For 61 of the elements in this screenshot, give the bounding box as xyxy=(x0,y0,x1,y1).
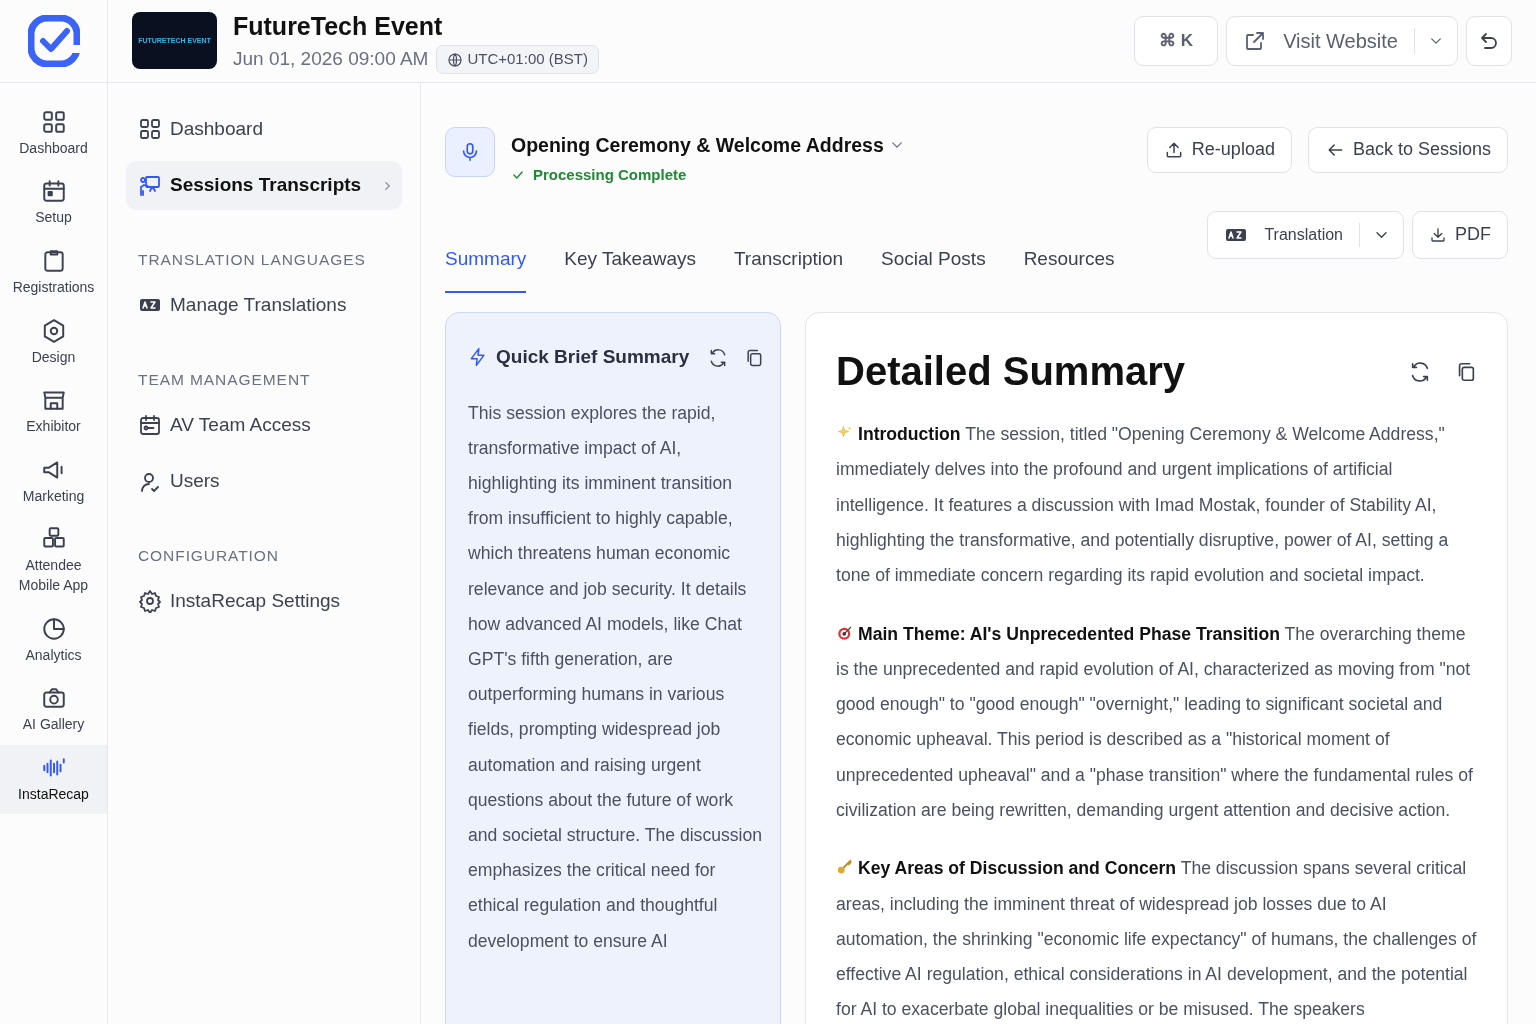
session-selector[interactable]: Opening Ceremony & Welcome Address xyxy=(511,130,902,161)
sidebar-item[interactable]: Sessions Transcripts xyxy=(126,161,402,210)
refresh-icon xyxy=(1409,360,1431,383)
grid-icon xyxy=(138,117,162,142)
status-text: Processing Complete xyxy=(533,165,687,186)
rail-nav-item[interactable]: Registrations xyxy=(0,237,107,308)
chevron-down-icon xyxy=(1431,37,1441,44)
settings-icon xyxy=(138,589,162,614)
globe-icon xyxy=(447,51,464,68)
section-heading: TEAM MANAGEMENT xyxy=(137,369,312,390)
card-title: Detailed Summary xyxy=(836,348,1186,396)
presentation-icon xyxy=(138,173,162,198)
sidebar-item[interactable]: Users xyxy=(126,457,402,506)
calendar-icon xyxy=(138,413,162,438)
event-datetime: Jun 01, 2026 09:00 AM xyxy=(233,47,429,72)
rail-nav-item[interactable]: Analytics xyxy=(0,605,107,676)
event-name: FutureTech Event xyxy=(233,10,444,42)
chevron-right-icon xyxy=(385,182,390,191)
download-icon xyxy=(1429,225,1447,244)
visit-website-button[interactable]: Visit Website xyxy=(1226,15,1458,66)
copy-icon xyxy=(744,348,764,369)
rail-nav-item[interactable]: Exhibitor xyxy=(0,377,107,447)
tab[interactable]: Resources xyxy=(1023,232,1115,294)
timezone-badge: UTC+01:00 (BST) xyxy=(436,45,599,74)
rail-nav-item[interactable]: AI Gallery xyxy=(0,675,107,745)
section-heading: TRANSLATION LANGUAGES xyxy=(137,249,367,270)
regenerate-button[interactable] xyxy=(1409,359,1431,384)
summary-paragraph: Introduction The session, titled "Opening Ceremony & Welcome Address," immediately delves into the profound and urgent implications of artificial intelligence. It features a discussion with Imad Mostak, founder of Stability AI, highlighting the transformative, and potentially disruptive, power of AI, setting a tone of immediate concern regarding its rapid evolution and societal impact. xyxy=(836,423,1450,588)
card-title: Quick Brief Summary xyxy=(496,345,690,370)
tab[interactable]: Summary xyxy=(445,232,527,294)
lightning-icon xyxy=(468,347,488,368)
rail-nav-item[interactable]: Design xyxy=(0,307,107,378)
section-heading: CONFIGURATION xyxy=(137,545,280,566)
rail-nav-item[interactable]: Attendee Mobile App xyxy=(0,516,107,606)
chevron-down-icon xyxy=(891,142,902,149)
app-logo[interactable] xyxy=(27,14,80,67)
summary-paragraph: Key Areas of Discussion and Concern The discussion spans several critical areas, including the imminent threat of widespread job losses due to AI automation, the shrinking "economic life expectancy" of humans, the challenges of effective AI regulation, ethical considerations in AI development, and the potential for AI to exacerbate global inequalities or be misused. The speakers xyxy=(836,857,1477,1022)
back-button[interactable]: Back to Sessions xyxy=(1307,126,1508,173)
sidebar-item[interactable]: AV Team Access xyxy=(126,400,402,450)
sidebar-item[interactable]: Dashboard xyxy=(126,104,402,154)
command-shortcut-button[interactable]: ⌘ K xyxy=(1134,15,1219,66)
sidebar-item[interactable]: InstaRecap Settings xyxy=(126,577,402,626)
tab[interactable]: Key Takeaways xyxy=(564,232,696,294)
calendar-icon xyxy=(40,178,67,205)
rail-nav-item[interactable]: InstaRecap xyxy=(0,744,107,815)
summary-paragraph: Main Theme: AI's Unprecedented Phase Transition The overarching theme is the unprecedented and rapid evolution of AI, characterized as moving from "not good enough" to "good enough" "overnight," leading to significant societal and economic upheaval. This period is described as a "historical moment of unprecedented upheaval" and a "phase transition" where the fundamental rules of civilization are being rewritten, demanding urgent attention and decisive action. xyxy=(836,622,1474,822)
sidebar-item[interactable]: Manage Translations xyxy=(126,281,402,330)
reupload-button[interactable]: Re-upload xyxy=(1146,126,1292,173)
rail-nav-item[interactable]: Marketing xyxy=(0,446,107,517)
undo-button[interactable] xyxy=(1466,15,1512,66)
summary-text: This session explores the rapid, transformative impact of AI, highlighting its imminent transition from insufficient to highly capable, which threatens human economic relevance and job security. It details how advanced AI models, like Chat GPT's fifth generation, are outperforming humans in various fields, prompting widespread job automation and raising urgent questions about the future of work and societal structure. The discussion emphasizes the critical need for ethical regulation and thoughtful development to ensure AI xyxy=(468,401,764,953)
pdf-button[interactable]: PDF xyxy=(1412,210,1508,259)
translation-dropdown[interactable]: Translation xyxy=(1207,210,1404,259)
refresh-icon xyxy=(708,348,728,369)
tab[interactable]: Transcription xyxy=(733,232,844,294)
chevron-down-icon xyxy=(1376,231,1387,238)
rail-nav-item[interactable]: Dashboard xyxy=(0,98,107,169)
grid-icon xyxy=(40,108,67,135)
pie-chart-icon xyxy=(40,615,67,642)
tab[interactable]: Social Posts xyxy=(881,232,986,294)
rail-nav-item[interactable]: Setup xyxy=(0,168,107,238)
